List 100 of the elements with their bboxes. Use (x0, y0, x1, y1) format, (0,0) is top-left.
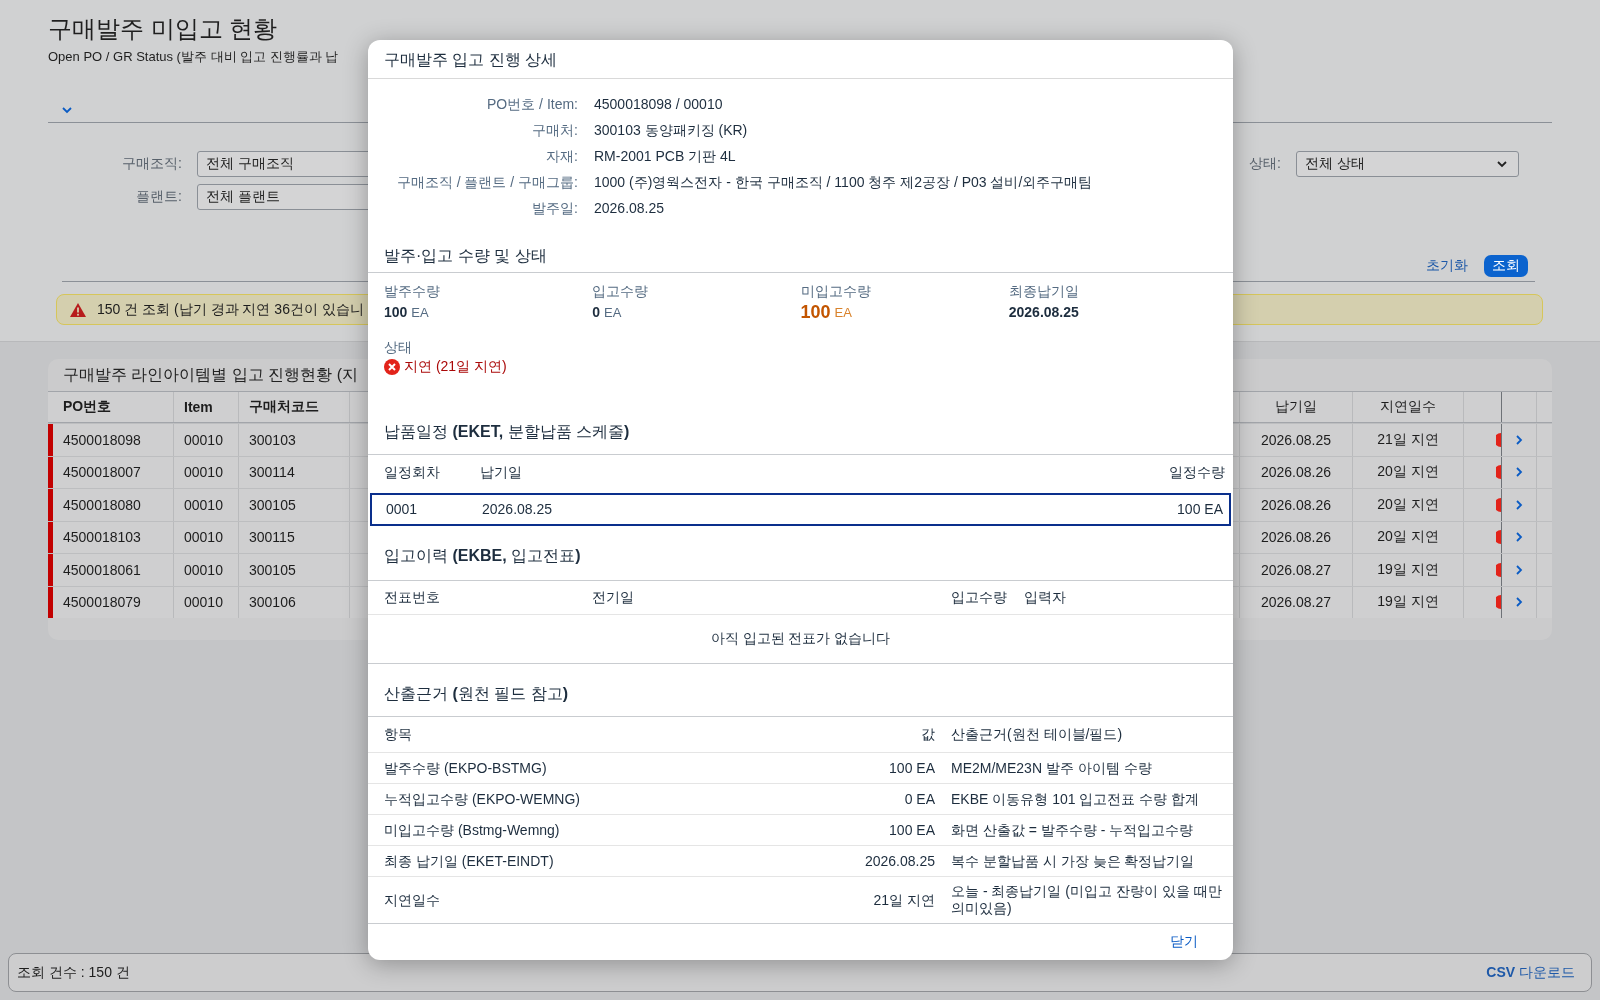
stat-value: 100 (384, 304, 408, 320)
table-cell: 4500018079 (53, 586, 174, 618)
chevron-down-icon (61, 104, 73, 116)
filter-label: 상태: (1248, 155, 1281, 173)
table-cell-text: 오늘 - 최종납기일 (미입고 잔량이 있을 때만 의미있음) (950, 882, 1223, 918)
stat-label: 입고수량 (592, 282, 650, 300)
table-cell-text: 최종 납기일 (EKET-EINDT) (384, 851, 555, 871)
alert-text: 150 건 조회 (납기 경과 지연 36건이 있습니 (97, 300, 364, 319)
table-cell: 300103 (239, 424, 350, 456)
status-text: 지연 (21일 지연) (404, 358, 507, 376)
chevron-right-icon (1513, 433, 1525, 446)
error-icon (384, 359, 400, 375)
table-cell: 21일 지연 (1353, 424, 1464, 456)
empty-message: 아직 입고된 전표가 없습니다 (710, 630, 891, 648)
unit-label: EA (411, 304, 429, 320)
search-button[interactable]: 조회 (1484, 255, 1528, 277)
column-header: 산출근거(원천 테이블/필드) (950, 725, 1124, 744)
column-header: 지연일수 (1353, 392, 1464, 422)
table-cell-text: 누적입고수량 (EKPO-WEMNG) (384, 789, 581, 809)
column-header: 입력자 (1024, 588, 1067, 607)
column-header: Item (174, 392, 239, 422)
table-cell-text: EKBE 이동유형 101 입고전표 수량 합계 (950, 789, 1201, 809)
table-cell: 4500018098 (53, 424, 174, 456)
section-heading: 산출근거 (원천 필드 참고) (368, 664, 1233, 717)
chevron-right-icon (1513, 498, 1525, 511)
column-header: PO번호 (53, 392, 174, 422)
table-cell-text: 100 EA (888, 758, 935, 778)
table-cell: 00010 (174, 424, 239, 456)
dialog-title: 구매발주 입고 진행 상세 (368, 40, 1233, 79)
dropdown-field[interactable]: 전체 상태 (1296, 151, 1519, 177)
section-heading: 납품일정 (EKET, 분할납품 스케줄) (368, 378, 1233, 455)
filter-label: 구매조직: (121, 155, 182, 173)
csv-download-link[interactable]: CSV 다운로드 (1486, 963, 1575, 982)
table-cell: 19일 지연 (1353, 554, 1464, 586)
stat-value: 100 (800, 301, 831, 323)
unit-label: EA (604, 304, 622, 320)
table-cell: 19일 지연 (1353, 586, 1464, 618)
table-cell: 2026.08.27 (1240, 586, 1353, 618)
table-cell-text: 21일 지연 (872, 890, 935, 910)
table-cell: 300106 (239, 586, 350, 618)
table-cell-text: 복수 분할납품 시 가장 늦은 확정납기일 (950, 851, 1196, 871)
stat-label: 최종납기일 (1008, 282, 1080, 300)
chevron-right-icon (1513, 466, 1525, 479)
column-header: 일정수량 (1168, 464, 1225, 482)
table-row[interactable]: 0001 2026.08.25 100 EA (370, 493, 1231, 526)
table-cell-text: 100 EA (1176, 500, 1223, 519)
field-label: 자재: (545, 147, 578, 166)
table-cell-text: 0 EA (903, 789, 935, 809)
column-header: 일정회차 (384, 464, 441, 482)
field-value: 300103 동양패키징 (KR) (594, 121, 749, 140)
section-heading: 입고이력 (EKBE, 입고전표) (368, 526, 1233, 581)
table-cell: 300105 (239, 489, 350, 521)
close-button[interactable]: 닫기 (1158, 929, 1210, 955)
result-count: 조회 건수 : 150 건 (17, 963, 130, 982)
table-cell-text: 화면 산출값 = 발주수량 - 누적입고수량 (950, 820, 1195, 840)
chevron-down-icon (1496, 158, 1508, 170)
section-heading: 발주·입고 수량 및 상태 (368, 221, 1233, 273)
field-label: 구매처: (531, 121, 578, 140)
column-header: 납기일 (1240, 392, 1353, 422)
stat-label: 미입고수량 (800, 282, 872, 300)
field-value: 4500018098 / 00010 (594, 95, 724, 114)
warning-icon (69, 301, 87, 318)
table-cell: 2026.08.27 (1240, 554, 1353, 586)
table-cell-text: 발주수량 (EKPO-BSTMG) (384, 758, 548, 778)
field-value: 2026.08.25 (594, 199, 666, 218)
table-cell: 300105 (239, 554, 350, 586)
reset-link[interactable]: 초기화 (1426, 257, 1468, 275)
stat-label: 상태 (384, 338, 413, 356)
chevron-right-icon (1513, 596, 1525, 609)
column-header: 납기일 (480, 464, 523, 482)
stat-value: 0 (592, 304, 601, 320)
table-cell: 00010 (174, 554, 239, 586)
unit-label: EA (834, 304, 852, 320)
table-cell-text: 지연일수 (384, 890, 441, 910)
chevron-right-icon (1513, 531, 1525, 544)
column-header: 입고수량 (951, 588, 1008, 607)
table-cell-text: 100 EA (888, 820, 935, 840)
column-header: 값 (920, 725, 935, 744)
column-header: 항목 (384, 725, 413, 744)
table-cell-text: 미입고수량 (Bstmg-Wemng) (384, 820, 561, 840)
table-cell-text: 0001 (386, 500, 419, 519)
column-header: 전기일 (592, 588, 635, 607)
table-cell: 4500018061 (53, 554, 174, 586)
stat-label: 발주수량 (384, 282, 441, 300)
chevron-right-icon (1513, 563, 1525, 576)
column-header: 구매처코드 (239, 392, 350, 422)
table-cell: 4500018080 (53, 489, 174, 521)
table-cell: 2026.08.25 (1240, 424, 1353, 456)
page-title: 구매발주 미입고 현황 (48, 14, 279, 44)
table-cell-text: 2026.08.25 (863, 851, 935, 871)
stat-value: 2026.08.25 (1008, 304, 1079, 320)
field-value: 1000 (주)영웍스전자 - 한국 구매조직 / 1100 청주 제2공장 / P03 설비/외주구매팀 (594, 173, 1094, 192)
filter-label: 플랜트: (135, 188, 182, 206)
table-cell-text: ME2M/ME23N 발주 아이템 수량 (950, 758, 1153, 778)
table-cell-text: 2026.08.25 (482, 500, 554, 519)
field-label: PO번호 / Item: (486, 95, 578, 114)
table-cell: 2026.08.26 (1240, 489, 1353, 521)
column-header: 전표번호 (384, 588, 441, 607)
table-cell: 00010 (174, 586, 239, 618)
table-cell: 20일 지연 (1353, 489, 1464, 521)
